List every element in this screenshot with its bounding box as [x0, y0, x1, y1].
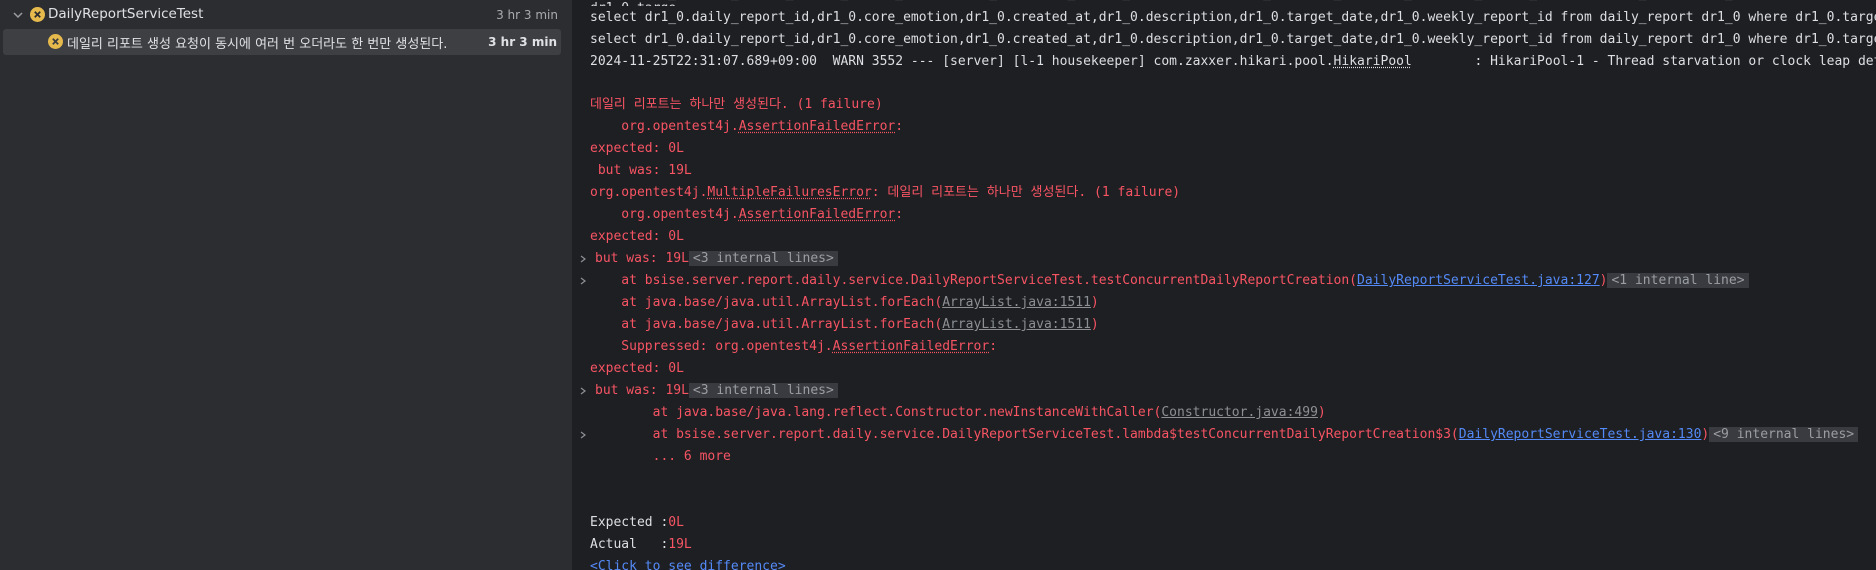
multiple-failures-error-link[interactable]: MultipleFailuresError: [707, 185, 871, 200]
error-line-collapsible: but was: 19L <3 internal lines>: [573, 249, 838, 269]
assertion-error-link[interactable]: AssertionFailedError: [739, 119, 896, 134]
test-failed-icon: [30, 7, 45, 22]
suite-duration: 3 hr 3 min: [496, 8, 558, 22]
source-link[interactable]: ArrayList.java:1511: [942, 295, 1091, 310]
test-suite-row[interactable]: DailyReportServiceTest 3 hr 3 min: [0, 2, 572, 28]
stack-frame: at bsise.server.report.daily.service.Dai…: [573, 425, 1859, 445]
test-failed-icon: [48, 34, 63, 49]
source-link[interactable]: ArrayList.java:1511: [942, 317, 1091, 332]
test-case-row[interactable]: 데일리 리포트 생성 요청이 동시에 여러 번 오더라도 한 번만 생성된다. …: [3, 29, 561, 55]
hikari-class-link[interactable]: HikariPool: [1334, 54, 1412, 69]
chevron-down-icon[interactable]: [11, 8, 25, 22]
chevron-right-icon[interactable]: [578, 386, 588, 396]
test-name: 데일리 리포트 생성 요청이 동시에 여러 번 오더라도 한 번만 생성된다.: [67, 37, 448, 52]
internal-lines-fold[interactable]: <3 internal lines>: [688, 383, 838, 398]
assertion-error-link[interactable]: AssertionFailedError: [833, 339, 990, 354]
source-link[interactable]: DailyReportServiceTest.java:127: [1357, 273, 1600, 288]
console-output[interactable]: select dr1_0.daily_report_id,dr1_0.core_…: [573, 0, 1876, 570]
internal-lines-fold[interactable]: <1 internal line>: [1607, 273, 1749, 288]
chevron-right-icon[interactable]: [578, 276, 588, 286]
test-results-tree: DailyReportServiceTest 3 hr 3 min 데일리 리포…: [0, 0, 572, 570]
test-duration: 3 hr 3 min: [488, 35, 557, 49]
stack-frame: at bsise.server.report.daily.service.Dai…: [573, 271, 1749, 291]
internal-lines-fold[interactable]: <3 internal lines>: [688, 251, 838, 266]
chevron-right-icon[interactable]: [578, 430, 588, 440]
error-line-collapsible: but was: 19L <3 internal lines>: [573, 381, 838, 401]
suite-name: DailyReportServiceTest: [48, 6, 204, 22]
assertion-error-link[interactable]: AssertionFailedError: [739, 207, 896, 222]
chevron-right-icon[interactable]: [578, 254, 588, 264]
internal-lines-fold[interactable]: <9 internal lines>: [1709, 427, 1859, 442]
console-line-partial: select dr1_0.daily_report_id,dr1_0.core_…: [573, 0, 1876, 6]
source-link[interactable]: Constructor.java:499: [1161, 405, 1318, 420]
source-link[interactable]: DailyReportServiceTest.java:130: [1459, 427, 1702, 442]
